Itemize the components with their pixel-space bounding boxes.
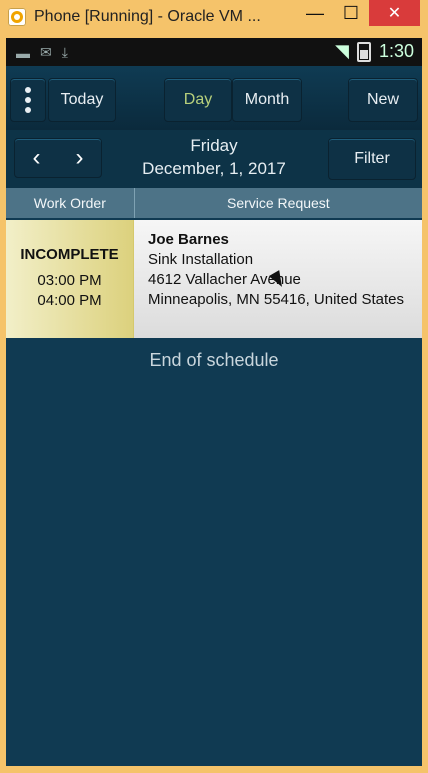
day-view-button[interactable]: Day xyxy=(164,78,232,122)
minimize-button[interactable]: — xyxy=(302,0,328,26)
address-line-2: Minneapolis, MN 55416, United States xyxy=(148,291,404,308)
wifi-icon: ◥ xyxy=(335,41,349,61)
new-button[interactable]: New xyxy=(348,78,418,122)
full-date-label: December, 1, 2017 xyxy=(142,159,286,178)
download-icon: ⤓ xyxy=(61,44,68,60)
status-bar: ▬ ✉ ⤓ ◥ 1:30 xyxy=(6,38,422,66)
mail-icon: ✉ xyxy=(40,44,52,60)
system-icons: ◥ 1:30 xyxy=(335,41,414,62)
date-display: Friday December, 1, 2017 xyxy=(126,136,302,179)
vertical-dots-icon xyxy=(25,87,31,113)
customer-name: Joe Barnes xyxy=(148,231,229,248)
time-range: 03:00 PM 04:00 PM xyxy=(6,271,133,311)
status-time: 1:30 xyxy=(378,41,414,61)
keyboard-icon: ▬ xyxy=(16,44,30,61)
work-order-header: Work Order xyxy=(6,188,135,218)
next-day-icon[interactable]: › xyxy=(76,144,84,172)
date-navigation: ‹ › xyxy=(14,138,102,178)
window-title: Phone [Running] - Oracle VM ... xyxy=(34,8,261,25)
end-time: 04:00 PM xyxy=(37,292,102,309)
end-of-schedule-label: End of schedule xyxy=(149,350,279,370)
date-bar: ‹ › Friday December, 1, 2017 Filter xyxy=(6,130,422,188)
notification-icons: ▬ ✉ ⤓ xyxy=(16,44,68,61)
previous-day-icon[interactable]: ‹ xyxy=(33,144,41,172)
battery-icon xyxy=(356,41,371,62)
close-button[interactable]: ✕ xyxy=(369,0,420,26)
phone-screen: ▬ ✉ ⤓ ◥ 1:30 Today Day Month New ‹ › Fri… xyxy=(6,38,422,766)
service-type: Sink Installation xyxy=(148,251,254,268)
maximize-button[interactable]: ☐ xyxy=(338,0,364,26)
work-order-row[interactable]: INCOMPLETE 03:00 PM 04:00 PM Joe Barnes … xyxy=(6,220,422,338)
month-view-button[interactable]: Month xyxy=(232,78,302,122)
weekday-label: Friday xyxy=(190,136,238,155)
menu-button[interactable] xyxy=(10,78,46,122)
status-badge: INCOMPLETE xyxy=(20,246,119,263)
start-time: 03:00 PM xyxy=(37,272,102,289)
vm-window: Phone [Running] - Oracle VM ... — ☐ ✕ ▬ … xyxy=(0,0,428,773)
service-request-header: Service Request xyxy=(226,195,330,211)
today-button[interactable]: Today xyxy=(48,78,116,122)
virtualbox-icon xyxy=(8,8,26,26)
window-titlebar: Phone [Running] - Oracle VM ... — ☐ ✕ xyxy=(0,0,428,34)
schedule-headers: Work Order Service Request xyxy=(6,188,422,218)
top-toolbar: Today Day Month New xyxy=(6,66,422,130)
work-order-status-cell: INCOMPLETE 03:00 PM 04:00 PM xyxy=(6,220,134,338)
filter-button[interactable]: Filter xyxy=(328,138,416,180)
